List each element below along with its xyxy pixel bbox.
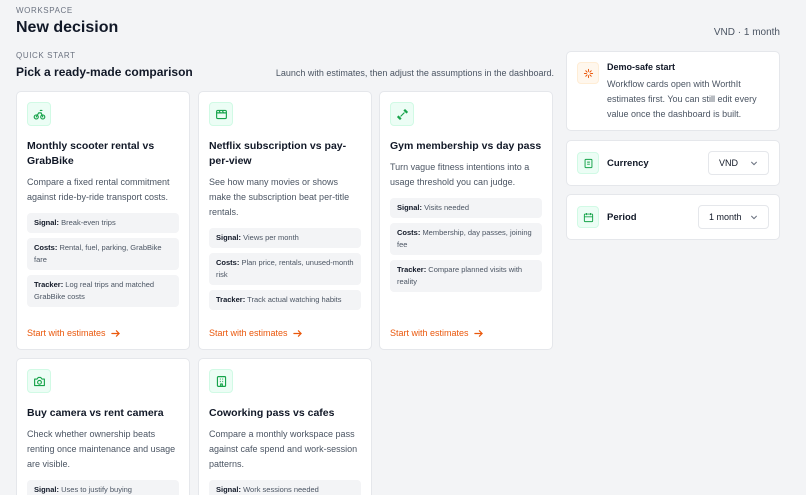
arrow-right-icon: [473, 329, 483, 337]
card-description: Compare a fixed rental commitment agains…: [27, 177, 170, 202]
comparison-card-netflix[interactable]: Netflix subscription vs pay-per-view See…: [198, 91, 372, 350]
workspace-label: WORKSPACE: [16, 6, 73, 15]
signal-chip: Signal: Uses to justify buying: [27, 480, 179, 495]
quick-start-title: Pick a ready-made comparison: [16, 65, 193, 79]
card-description: Compare a monthly workspace pass against…: [209, 429, 358, 469]
building-icon: [209, 369, 233, 393]
calendar-icon: [577, 206, 599, 228]
signal-chip: Signal: Break-even trips: [27, 213, 179, 233]
demo-title: Demo-safe start: [607, 62, 676, 72]
camera-icon: [27, 369, 51, 393]
currency-select[interactable]: VND: [708, 151, 769, 175]
signal-chip: Signal: Work sessions needed: [209, 480, 361, 495]
arrow-right-icon: [292, 329, 302, 337]
costs-chip: Costs: Rental, fuel, parking, GrabBike f…: [27, 238, 179, 270]
period-setting: Period 1 month: [566, 194, 780, 240]
signal-chip: Signal: Views per month: [209, 228, 361, 248]
page-meta: VND · 1 month: [713, 27, 780, 38]
start-with-estimates-link[interactable]: Start with estimates: [27, 328, 120, 338]
dumbbell-icon: [390, 102, 414, 126]
costs-chip: Costs: Membership, day passes, joining f…: [390, 223, 542, 255]
demo-text: Workflow cards open with WorthIt estimat…: [607, 79, 757, 119]
card-title: Coworking pass vs cafes: [209, 407, 335, 419]
comparison-card-scooter[interactable]: Monthly scooter rental vs GrabBike Compa…: [16, 91, 190, 350]
scooter-icon: [27, 102, 51, 126]
chevron-down-icon: [751, 215, 757, 220]
tracker-chip: Tracker: Track actual watching habits: [209, 290, 361, 310]
quick-start-label: QUICK START: [16, 51, 76, 60]
currency-setting: Currency VND: [566, 140, 780, 186]
page-title: New decision: [16, 19, 119, 36]
period-select[interactable]: 1 month: [698, 205, 769, 229]
arrow-right-icon: [110, 329, 120, 337]
card-description: See how many movies or shows make the su…: [209, 177, 350, 217]
comparison-card-camera[interactable]: Buy camera vs rent camera Check whether …: [16, 358, 190, 495]
costs-chip: Costs: Plan price, rentals, unused-month…: [209, 253, 361, 285]
comparison-card-gym[interactable]: Gym membership vs day pass Turn vague fi…: [379, 91, 553, 350]
card-description: Turn vague fitness intentions into a usa…: [390, 162, 530, 187]
tracker-chip: Tracker: Compare planned visits with rea…: [390, 260, 542, 292]
card-title: Buy camera vs rent camera: [27, 407, 164, 419]
currency-label: Currency: [607, 158, 649, 169]
quick-start-hint: Launch with estimates, then adjust the a…: [275, 68, 554, 78]
card-description: Check whether ownership beats renting on…: [27, 429, 176, 469]
tracker-chip: Tracker: Log real trips and matched Grab…: [27, 275, 179, 307]
start-with-estimates-link[interactable]: Start with estimates: [209, 328, 302, 338]
signal-chip: Signal: Visits needed: [390, 198, 542, 218]
card-title: Monthly scooter rental vs GrabBike: [27, 140, 155, 167]
sparkle-icon: [577, 62, 599, 84]
chevron-down-icon: [751, 161, 757, 166]
comparison-card-coworking[interactable]: Coworking pass vs cafes Compare a monthl…: [198, 358, 372, 495]
film-icon: [209, 102, 233, 126]
document-icon: [577, 152, 599, 174]
card-title: Gym membership vs day pass: [390, 140, 542, 152]
period-label: Period: [607, 212, 637, 223]
demo-safe-card: Demo-safe start Workflow cards open with…: [566, 51, 780, 131]
start-with-estimates-link[interactable]: Start with estimates: [390, 328, 483, 338]
card-title: Netflix subscription vs pay-per-view: [209, 140, 347, 167]
